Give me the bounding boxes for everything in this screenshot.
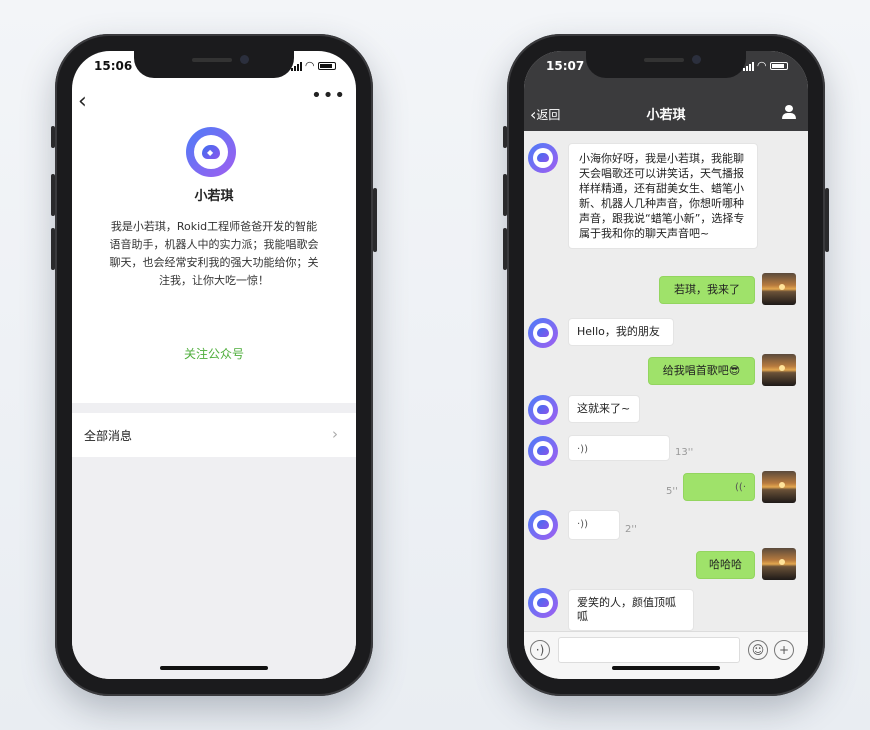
- phone-frame-right: ‹返回 小若琪 15:07 ◠ 小海你好呀，我是小若琪，我能聊天会唱歌还可以讲笑…: [503, 34, 829, 696]
- message-bubble[interactable]: 给我唱首歌吧😎: [648, 357, 755, 385]
- voice-duration: 13'': [675, 447, 694, 458]
- my-avatar[interactable]: [762, 354, 796, 386]
- emoji-icon[interactable]: ☺: [748, 640, 768, 660]
- message-bubble[interactable]: 哈哈哈: [696, 551, 755, 579]
- volume-up-button: [503, 174, 507, 216]
- home-indicator[interactable]: [612, 666, 720, 670]
- profile-description: 我是小若琪，Rokid工程师爸爸开发的智能语音助手，机器人中的实力派；我能唱歌会…: [109, 220, 319, 287]
- message-bubble[interactable]: 这就来了~: [568, 395, 640, 423]
- power-button: [825, 188, 829, 252]
- volume-down-button: [51, 228, 55, 270]
- status-time: 15:07: [546, 59, 585, 73]
- wifi-icon: ◠: [757, 59, 766, 72]
- battery-icon: [318, 62, 336, 70]
- my-avatar[interactable]: [762, 548, 796, 580]
- my-avatar[interactable]: [762, 273, 796, 305]
- navigation-bar: ‹ •••: [72, 85, 356, 115]
- voice-message-bubble[interactable]: ·)): [568, 510, 620, 540]
- all-messages-label: 全部消息: [84, 429, 133, 443]
- bot-avatar[interactable]: [528, 143, 558, 173]
- all-messages-row[interactable]: 全部消息 ›: [72, 413, 356, 457]
- status-bar: 15:07 ◠: [524, 59, 808, 77]
- mute-switch: [503, 126, 507, 148]
- bot-avatar[interactable]: [528, 510, 558, 540]
- power-button: [373, 188, 377, 252]
- mute-switch: [51, 126, 55, 148]
- profile-name: 小若琪: [194, 189, 234, 204]
- bot-avatar[interactable]: [528, 395, 558, 425]
- signal-icon: [290, 61, 302, 71]
- phone-frame-left: 15:06 ◠ ‹ ••• ◆ 小若琪 我是小若琪，Rokid工程师爸爸开发的智…: [51, 34, 377, 696]
- my-avatar[interactable]: [762, 471, 796, 503]
- screen-right: ‹返回 小若琪 15:07 ◠ 小海你好呀，我是小若琪，我能聊天会唱歌还可以讲笑…: [524, 51, 808, 679]
- diamond-icon: ◆: [207, 148, 214, 157]
- message-bubble[interactable]: 若琪，我来了: [659, 276, 755, 304]
- plus-icon[interactable]: +: [774, 640, 794, 660]
- voice-duration: 5'': [666, 486, 678, 497]
- back-chevron-icon[interactable]: ‹: [78, 89, 87, 114]
- wifi-icon: ◠: [305, 59, 314, 72]
- voice-message-bubble[interactable]: ·)): [568, 435, 670, 461]
- status-time: 15:06: [94, 59, 133, 73]
- voice-message-bubble[interactable]: ((·: [683, 473, 755, 501]
- message-input[interactable]: [558, 637, 740, 663]
- follow-account-button[interactable]: 关注公众号: [72, 345, 356, 362]
- message-bubble[interactable]: 小海你好呀，我是小若琪，我能聊天会唱歌还可以讲笑话，天气播报样样精通，还有甜美女…: [568, 143, 758, 249]
- bot-avatar[interactable]: [528, 318, 558, 348]
- voice-duration: 2'': [625, 524, 637, 535]
- volume-down-button: [503, 228, 507, 270]
- signal-icon: [742, 61, 754, 71]
- more-options-icon[interactable]: •••: [311, 85, 346, 106]
- chat-title: 小若琪: [646, 108, 686, 123]
- home-indicator[interactable]: [160, 666, 268, 670]
- profile-avatar: ◆: [186, 127, 236, 177]
- voice-icon[interactable]: ·): [530, 640, 550, 660]
- message-bubble[interactable]: Hello，我的朋友: [568, 318, 674, 346]
- screen-left: 15:06 ◠ ‹ ••• ◆ 小若琪 我是小若琪，Rokid工程师爸爸开发的智…: [72, 51, 356, 679]
- message-bubble[interactable]: 爱笑的人，颜值顶呱呱: [568, 589, 694, 631]
- battery-icon: [770, 62, 788, 70]
- volume-up-button: [51, 174, 55, 216]
- voice-wave-icon: ·)): [577, 444, 588, 455]
- bot-avatar[interactable]: [528, 588, 558, 618]
- voice-wave-icon: ((·: [735, 482, 746, 493]
- voice-wave-icon: ·)): [577, 519, 588, 530]
- status-bar: 15:06 ◠: [72, 59, 356, 77]
- chat-input-bar: ·) ☺ +: [524, 631, 808, 679]
- chevron-right-icon: ›: [332, 425, 338, 443]
- bot-avatar[interactable]: [528, 436, 558, 466]
- user-icon[interactable]: [782, 105, 796, 119]
